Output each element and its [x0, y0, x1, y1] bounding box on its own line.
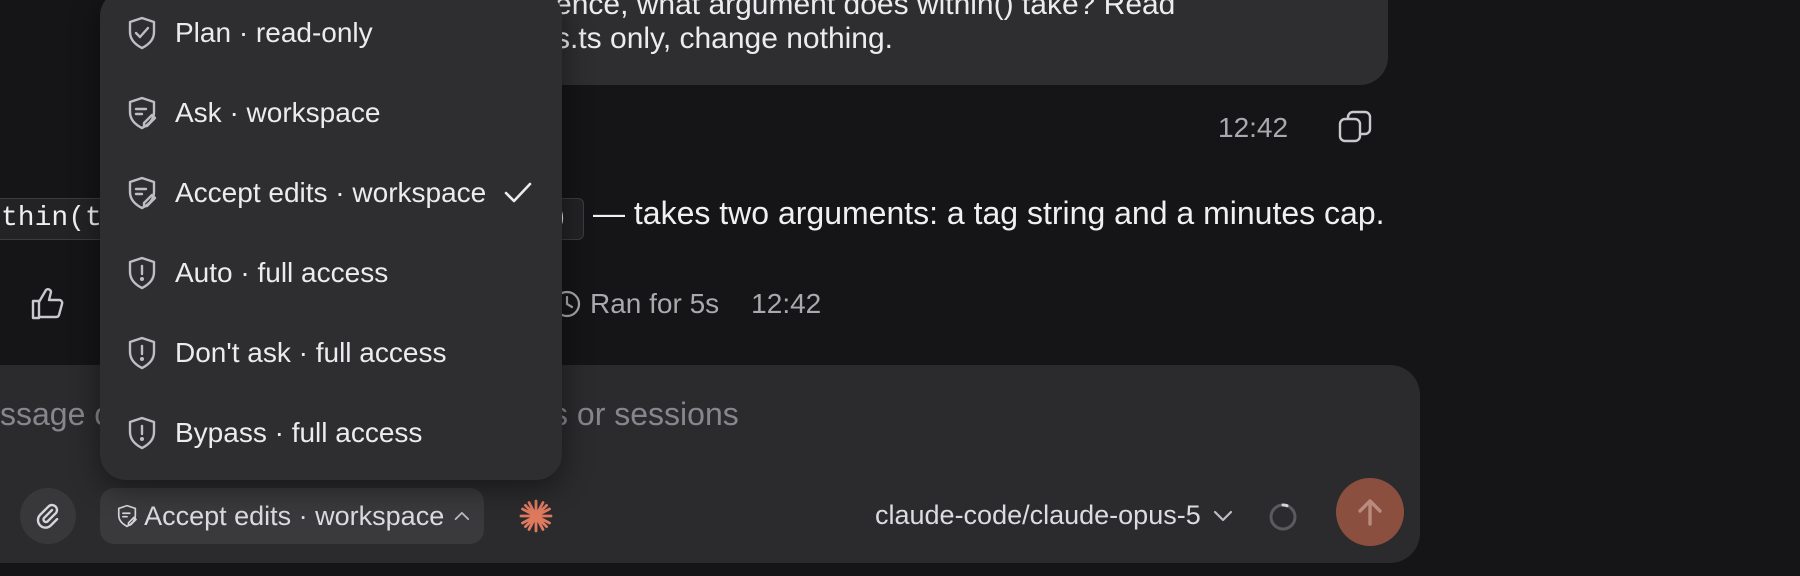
menu-item-ask[interactable]: Ask · workspace	[100, 78, 562, 148]
menu-item-label: Bypass · full access	[175, 417, 423, 448]
copy-icon[interactable]	[1336, 108, 1376, 148]
user-message-timestamp: 12:42	[1218, 112, 1289, 143]
menu-item-accept-edits[interactable]: Accept edits · workspace	[100, 158, 562, 228]
menu-item-bypass[interactable]: Bypass · full access	[100, 398, 562, 468]
composer-placeholder: s or sessions	[552, 396, 739, 432]
menu-item-label: Plan · read-only	[175, 17, 373, 48]
chevron-down-icon	[1213, 510, 1232, 521]
menu-item-label: Accept edits · workspace	[175, 177, 487, 208]
model-label: claude-code/claude-opus-5	[875, 500, 1201, 530]
thumbs-up-icon[interactable]	[28, 284, 68, 324]
arrow-up-icon	[1358, 499, 1382, 526]
menu-item-dont-ask[interactable]: Don't ask · full access	[100, 318, 562, 388]
assistant-message-timestamp: 12:42	[751, 288, 822, 319]
shield-alert-icon	[128, 256, 156, 290]
user-message-line: s.ts only, change nothing.	[555, 22, 893, 55]
run-meta: Ran for 5s 12:42	[552, 288, 821, 320]
model-selector[interactable]: claude-code/claude-opus-5	[875, 500, 1233, 531]
send-button[interactable]	[1336, 478, 1404, 546]
menu-item-label: Don't ask · full access	[175, 337, 447, 368]
run-duration: Ran for 5s	[590, 288, 720, 319]
user-message-line: ntence, what argument does within() take…	[530, 0, 1176, 21]
shield-alert-icon	[128, 336, 156, 370]
chevron-up-icon	[454, 511, 470, 521]
loading-spinner-icon	[1269, 503, 1297, 531]
checkmark-icon	[504, 182, 532, 203]
shield-edit-icon	[117, 504, 137, 528]
permission-mode-label: Accept edits · workspace	[144, 500, 445, 531]
permission-mode-button[interactable]: Accept edits · workspace	[100, 488, 484, 544]
shield-check-icon	[128, 16, 156, 50]
composer-placeholder: ssage o	[0, 396, 113, 432]
shield-edit-icon	[128, 96, 157, 130]
shield-edit-icon	[128, 176, 157, 210]
attach-button[interactable]	[20, 488, 76, 544]
paperclip-icon	[36, 503, 59, 529]
menu-item-label: Auto · full access	[175, 257, 389, 288]
menu-item-auto[interactable]: Auto · full access	[100, 238, 562, 308]
chat-window: ntence, what argument does within() take…	[0, 0, 1800, 576]
permission-mode-menu: Plan · read-only Ask · workspace Accept …	[100, 0, 562, 480]
menu-item-plan[interactable]: Plan · read-only	[100, 0, 562, 68]
assistant-message-text: — takes two arguments: a tag string and …	[593, 195, 1385, 231]
menu-item-label: Ask · workspace	[175, 97, 381, 128]
claude-spark-icon[interactable]	[518, 498, 554, 534]
shield-alert-icon	[128, 416, 156, 450]
